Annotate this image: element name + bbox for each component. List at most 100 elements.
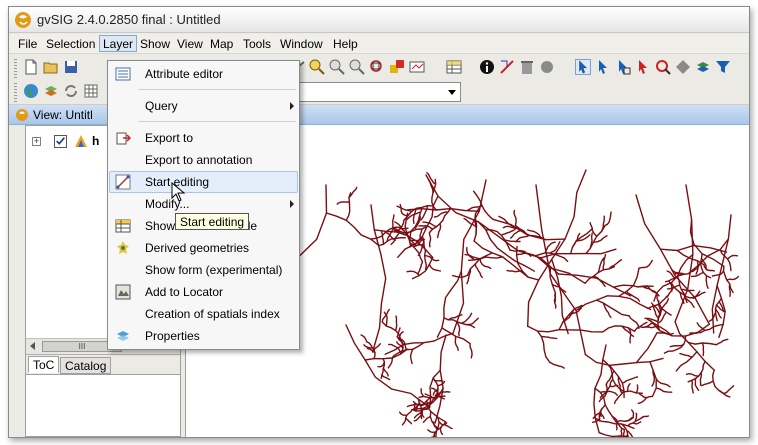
menu-view[interactable]: View	[174, 36, 206, 53]
zoom-out-icon[interactable]	[329, 59, 345, 75]
river-segment	[460, 312, 473, 324]
filter-icon[interactable]	[715, 59, 731, 75]
toolbar-grip[interactable]	[14, 59, 17, 79]
table-icon[interactable]	[446, 59, 462, 75]
river-segment	[360, 334, 368, 343]
river-segment	[711, 369, 725, 395]
measure-icon[interactable]	[409, 59, 425, 75]
toolbar-grip-2[interactable]	[14, 83, 17, 103]
tab-toc[interactable]: ToC	[28, 356, 60, 373]
river-segment	[540, 335, 558, 340]
menu-file[interactable]: File	[15, 36, 40, 53]
river-segment	[325, 212, 380, 247]
open-icon[interactable]	[43, 59, 59, 75]
title-bar: gvSIG 2.4.0.2850 final : Untitled	[9, 7, 749, 33]
river-segment	[421, 235, 428, 271]
delete-icon[interactable]	[519, 59, 535, 75]
river-segment	[631, 409, 635, 419]
river-segment	[527, 325, 604, 333]
river-segment	[469, 342, 473, 359]
app-window: gvSIG 2.4.0.2850 final : Untitled File S…	[8, 6, 750, 438]
menu-item-label: Attribute editor	[145, 67, 224, 81]
menu-item-query[interactable]: Query	[109, 95, 298, 117]
pointer-icon[interactable]	[575, 59, 591, 75]
globe-icon[interactable]	[23, 83, 39, 99]
zoom-extent-icon[interactable]	[369, 59, 385, 75]
river-segment	[479, 258, 492, 270]
menu-item-label: Properties	[145, 329, 200, 343]
river-segment	[685, 372, 700, 377]
river-segment	[382, 367, 389, 377]
zoom-layer-icon[interactable]	[389, 59, 405, 75]
river-segment	[466, 246, 476, 261]
river-segment	[666, 285, 675, 298]
river-segment	[426, 400, 429, 410]
menu-item-label: Show form (experimental)	[145, 263, 283, 277]
label-icon[interactable]	[539, 59, 555, 75]
river-segment	[575, 295, 652, 312]
zoom-in-icon[interactable]	[309, 59, 325, 75]
menu-item-show-form[interactable]: Show form (experimental)	[109, 259, 298, 281]
save-icon[interactable]	[63, 59, 79, 75]
menu-item-derived-geometries[interactable]: Derived geometries	[109, 237, 298, 259]
new-icon[interactable]	[23, 59, 39, 75]
submenu-arrow-icon	[290, 102, 294, 110]
menu-item-attribute-editor[interactable]: Attribute editor	[109, 63, 298, 85]
layers-icon[interactable]	[43, 83, 59, 99]
chevron-down-icon[interactable]	[448, 90, 456, 95]
menu-tools[interactable]: Tools	[240, 36, 274, 53]
menu-item-start-editing[interactable]: Start editing	[109, 171, 298, 193]
river-segment	[599, 410, 605, 419]
river-segment	[428, 263, 442, 272]
river-segment	[621, 376, 639, 384]
menu-item-label: Export to	[145, 131, 194, 145]
river-segment	[635, 384, 639, 394]
menu-item-export-to[interactable]: Export to	[109, 127, 298, 149]
river-segment	[726, 254, 739, 260]
grid-icon[interactable]	[83, 83, 99, 99]
toc-tabs: ToC Catalog	[26, 354, 180, 374]
menu-item-creation-of-spatials-index[interactable]: Creation of spatials index	[109, 303, 298, 325]
menu-window[interactable]: Window	[277, 36, 326, 53]
river-segment	[605, 383, 608, 393]
river-segment	[409, 348, 414, 365]
menu-item-export-to-annotation[interactable]: Export to annotation	[109, 149, 298, 171]
select-by-buffer-icon[interactable]	[675, 59, 691, 75]
menu-item-label: Query	[145, 99, 178, 113]
info-icon[interactable]	[479, 59, 495, 75]
select-by-point-icon[interactable]	[595, 59, 611, 75]
menu-show[interactable]: Show	[137, 36, 173, 53]
menu-selection[interactable]: Selection	[43, 36, 98, 53]
scroll-left-icon[interactable]	[30, 342, 35, 350]
hyperlink-icon[interactable]	[499, 59, 515, 75]
locator-icon	[115, 284, 131, 300]
menu-item-properties[interactable]: Properties	[109, 325, 298, 347]
select-by-circle-icon[interactable]	[655, 59, 671, 75]
scale-combo[interactable]	[291, 82, 461, 102]
layer-visibility-checkbox[interactable]	[54, 135, 67, 148]
view-title: View: Untitl	[33, 108, 93, 122]
river-segment	[653, 253, 694, 302]
pan-icon[interactable]	[349, 59, 365, 75]
check-icon	[56, 137, 65, 145]
menu-map[interactable]: Map	[207, 36, 236, 53]
river-segment	[595, 299, 630, 317]
menu-help[interactable]: Help	[330, 36, 361, 53]
start-editing-icon	[115, 174, 131, 190]
expand-icon[interactable]: +	[32, 137, 41, 146]
select-by-rect-icon[interactable]	[615, 59, 631, 75]
river-segment	[336, 201, 351, 205]
menu-layer[interactable]: Layer	[99, 35, 138, 52]
river-segment	[690, 271, 704, 278]
menu-item-add-to-locator[interactable]: Add to Locator	[109, 281, 298, 303]
menu-item-modify[interactable]: Modify...	[109, 193, 298, 215]
river-segment	[425, 174, 560, 275]
export-icon	[116, 132, 131, 145]
select-by-layer-icon[interactable]	[695, 59, 711, 75]
river-segment	[693, 291, 706, 299]
select-by-polygon-icon[interactable]	[635, 59, 651, 75]
river-segment	[399, 411, 408, 417]
river-segment	[689, 218, 725, 267]
refresh-icon[interactable]	[63, 83, 79, 99]
tab-catalog[interactable]: Catalog	[60, 357, 112, 374]
